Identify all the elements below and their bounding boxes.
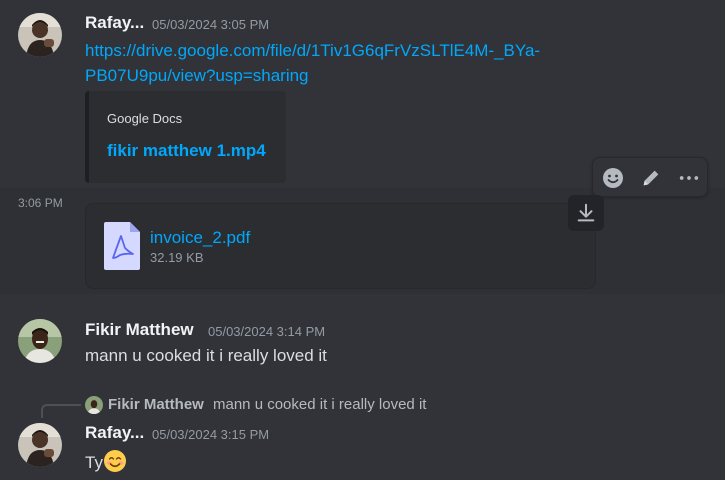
reply-preview[interactable]: mann u cooked it i really loved it [213, 396, 426, 413]
avatar-fikir[interactable] [18, 319, 62, 363]
username[interactable]: Rafay... [85, 423, 144, 443]
message-text: Ty [85, 453, 103, 472]
more-options-icon [679, 176, 699, 180]
drive-link-continued[interactable]: PB07U9pu/view?usp=sharing [85, 63, 309, 88]
add-reaction-icon [603, 168, 623, 188]
more-options-button[interactable] [675, 164, 703, 192]
edit-button[interactable] [637, 164, 665, 192]
avatar-rafay[interactable] [18, 13, 62, 57]
avatar-rafay[interactable] [18, 423, 62, 467]
message-timestamp-short: 3:06 PM [18, 196, 63, 210]
message-content: Ty [85, 449, 127, 473]
file-size: 32.19 KB [150, 250, 204, 265]
file-name-link[interactable]: invoice_2.pdf [150, 228, 250, 248]
smiling-face-emoji-icon [103, 450, 126, 472]
message-timestamp: 05/03/2024 3:15 PM [152, 427, 270, 442]
username[interactable]: Rafay... [85, 13, 144, 33]
reply-username[interactable]: Fikir Matthew [108, 396, 204, 413]
embed-title[interactable]: fikir matthew 1.mp4 [107, 141, 266, 161]
pdf-file-icon [104, 222, 140, 275]
reply-avatar[interactable] [85, 396, 103, 414]
download-icon [577, 203, 595, 222]
drive-link[interactable]: https://drive.google.com/file/d/1Tiv1G6q… [85, 38, 540, 63]
link-embed: Google Docs fikir matthew 1.mp4 [85, 91, 286, 183]
download-button[interactable] [568, 195, 604, 231]
add-reaction-button[interactable] [599, 164, 627, 192]
message-timestamp: 05/03/2024 3:05 PM [152, 17, 270, 32]
reply-spine [41, 404, 81, 418]
file-attachment: invoice_2.pdf 32.19 KB [85, 203, 596, 289]
edit-icon [643, 170, 659, 186]
message-timestamp: 05/03/2024 3:14 PM [208, 324, 326, 339]
message-toolbar [592, 157, 708, 197]
embed-provider[interactable]: Google Docs [107, 111, 182, 126]
username[interactable]: Fikir Matthew [85, 320, 194, 340]
message-content: mann u cooked it i really loved it [85, 346, 327, 365]
